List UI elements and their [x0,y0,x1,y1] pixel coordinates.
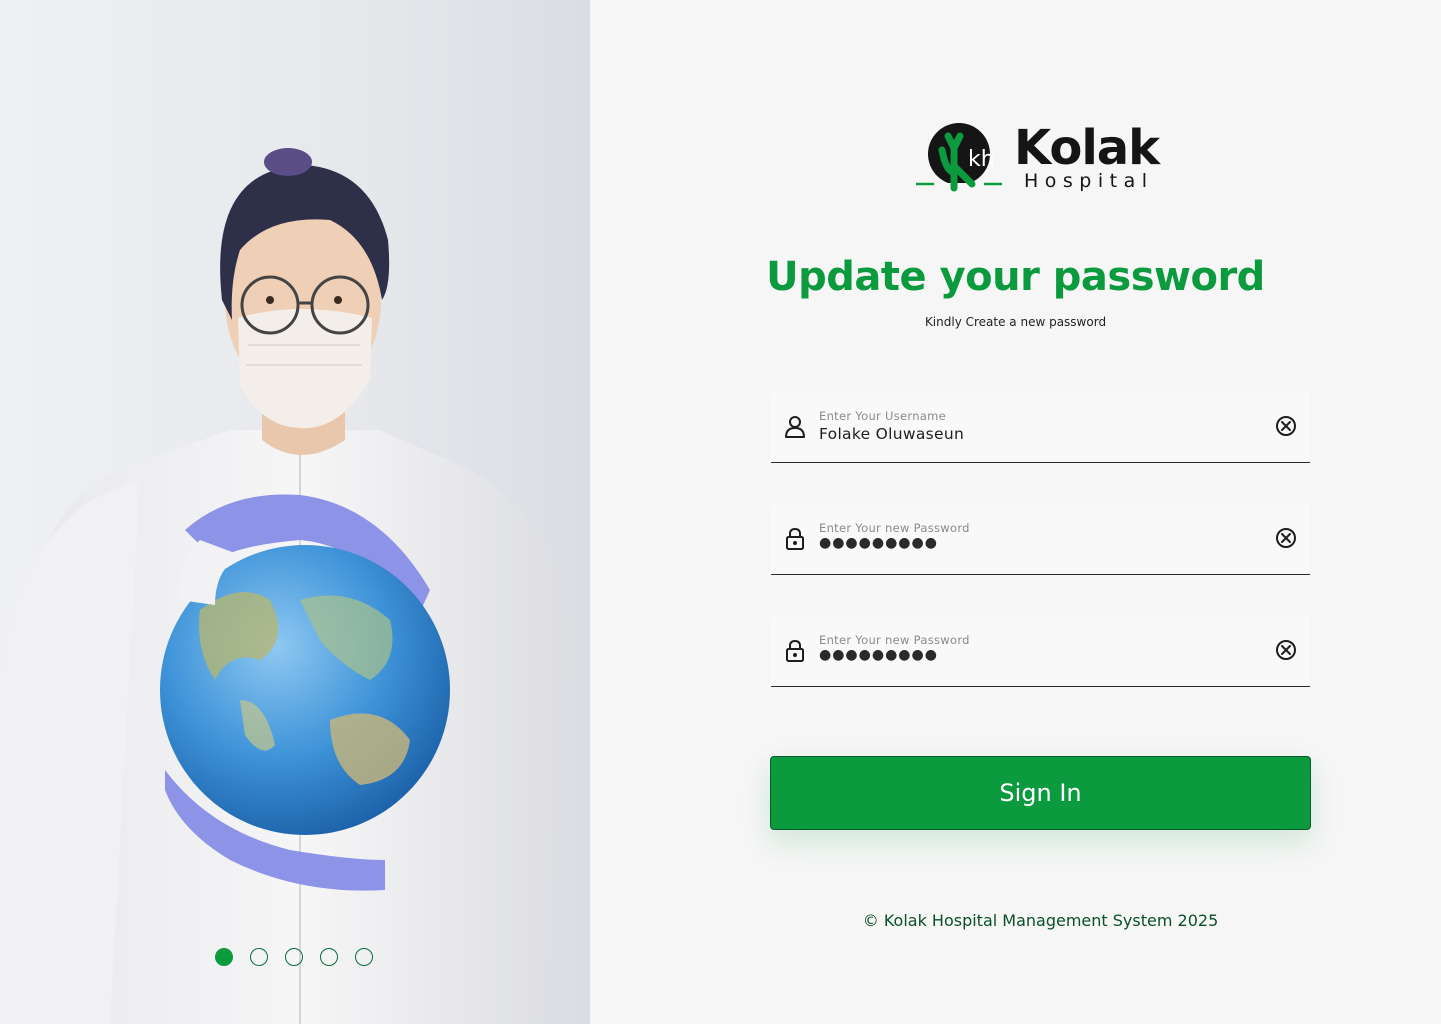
clear-username-icon[interactable] [1275,415,1297,437]
hero-illustration [0,148,570,1024]
carousel-dot-2[interactable] [250,948,268,966]
username-label: Enter Your Username [819,409,947,423]
username-field[interactable]: Enter Your Username Folake Oluwaseun [771,391,1310,463]
lock-icon [786,639,804,662]
hero-image-panel [0,0,590,1024]
confirm-password-value[interactable]: ●●●●●●●●● [819,647,938,663]
new-password-value[interactable]: ●●●●●●●●● [819,535,938,551]
login-panel: kh Kolak Hospital Update your password K… [590,0,1441,1024]
clear-confirm-password-icon[interactable] [1275,639,1297,661]
confirm-password-label: Enter Your new Password [819,633,970,647]
confirm-password-field[interactable]: Enter Your new Password ●●●●●●●●● [771,615,1310,687]
user-icon [785,416,805,438]
carousel-indicators [215,948,373,966]
sign-in-button[interactable]: Sign In [770,756,1311,830]
carousel-dot-4[interactable] [320,948,338,966]
lock-icon [786,527,804,550]
page-subtitle: Kindly Create a new password [924,315,1107,329]
copyright-footer: © Kolak Hospital Management System 2025 [862,911,1219,930]
new-password-label: Enter Your new Password [819,521,970,535]
carousel-dot-1[interactable] [215,948,233,966]
new-password-field[interactable]: Enter Your new Password ●●●●●●●●● [771,503,1310,575]
hospital-logo-icon: kh [916,123,1006,192]
brand-name: Kolak [1014,120,1160,176]
carousel-dot-3[interactable] [285,948,303,966]
brand-logo: kh Kolak Hospital [916,122,1166,194]
brand-subtitle: Hospital [1024,170,1154,192]
page-title: Update your password [766,254,1265,300]
carousel-dot-5[interactable] [355,948,373,966]
username-value[interactable]: Folake Oluwaseun [819,425,964,443]
logo-letters: kh [968,147,995,172]
clear-new-password-icon[interactable] [1275,527,1297,549]
